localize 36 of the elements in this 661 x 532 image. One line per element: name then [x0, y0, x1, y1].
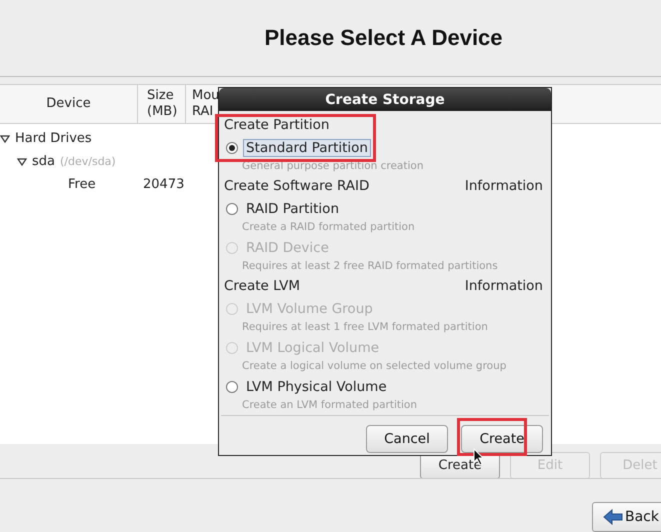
option-label[interactable]: LVM Physical Volume — [243, 378, 390, 396]
information-label: Information — [464, 278, 543, 294]
section-heading: Create Software RAID — [224, 178, 370, 194]
option-description: Requires at least 1 free LVM formated partition — [241, 320, 489, 335]
information-label: Information — [464, 178, 543, 194]
option-label: LVM Volume Group — [245, 300, 374, 318]
column-header[interactable]: Device — [0, 85, 138, 124]
tree-item[interactable]: Hard Drives — [15, 131, 92, 146]
option-description: Requires at least 2 free RAID formated partitions — [241, 259, 499, 274]
expanded-arrow-icon[interactable] — [0, 134, 10, 144]
highlight-frame — [457, 418, 527, 456]
radio-button[interactable] — [226, 142, 238, 154]
option-label[interactable]: RAID Partition — [243, 200, 342, 218]
option-description: Create a logical volume on selected volume group — [241, 359, 508, 374]
page-title: Please Select A Device — [264, 25, 503, 52]
device-path: (/dev/sda) — [60, 155, 116, 168]
tree-item[interactable]: Free — [68, 177, 96, 192]
expanded-arrow-icon[interactable] — [17, 156, 27, 167]
size-value: 20473 — [143, 177, 184, 192]
left-arrow-icon — [603, 509, 623, 525]
option-label: RAID Device — [245, 239, 330, 257]
option-label[interactable]: Standard Partition — [243, 139, 371, 157]
back-button[interactable]: Back — [592, 502, 661, 532]
column-header[interactable]: Size (MB) — [138, 85, 186, 124]
dialog-title: Create Storage — [219, 88, 551, 111]
dialog-button[interactable]: Cancel — [366, 425, 448, 453]
option-label: LVM Logical Volume — [245, 339, 380, 357]
tree-item[interactable]: sda — [32, 154, 55, 170]
section-heading: Create Partition — [224, 117, 330, 133]
dialog-button[interactable]: Create — [461, 425, 543, 453]
option-description: General purpose partition creation — [241, 159, 424, 174]
section-heading: Create LVM — [224, 278, 300, 294]
radio-button[interactable] — [226, 203, 238, 215]
radio-button[interactable] — [226, 381, 238, 393]
option-description: Create a RAID formated partition — [241, 220, 416, 235]
option-description: Create an LVM formated partition — [241, 398, 418, 413]
